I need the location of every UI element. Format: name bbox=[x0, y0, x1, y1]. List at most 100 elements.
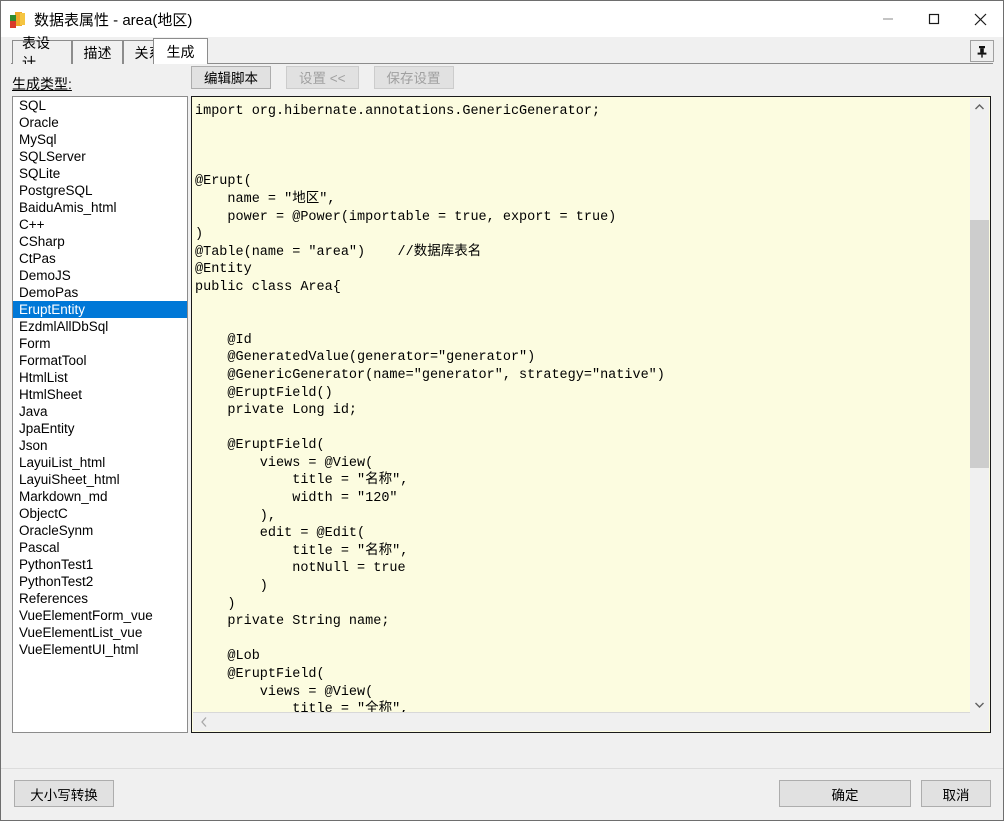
tab-label: 描述 bbox=[83, 44, 112, 61]
list-item[interactable]: PythonTest2 bbox=[13, 573, 187, 590]
code-line: @GeneratedValue(generator="generator") bbox=[195, 350, 536, 366]
editor-toolbar: 编辑脚本 设置 << 保存设置 bbox=[191, 63, 469, 91]
code-line: notNull = true bbox=[195, 561, 406, 577]
list-item[interactable]: VueElementUI_html bbox=[13, 641, 187, 658]
list-item[interactable]: ObjectC bbox=[13, 505, 187, 522]
code-line: @Lob bbox=[195, 649, 260, 665]
code-line: ) bbox=[195, 579, 268, 595]
code-line: @Id bbox=[195, 332, 252, 348]
close-icon[interactable] bbox=[957, 1, 1003, 37]
list-item[interactable]: LayuiList_html bbox=[13, 454, 187, 471]
code-line: @Erupt( bbox=[195, 174, 252, 190]
code-line: import org.hibernate.annotations.Generic… bbox=[195, 104, 601, 119]
generate-tab-panel: 生成类型: 编辑脚本 设置 << 保存设置 SQL Oracle MySql SQLS… bbox=[1, 64, 1003, 770]
code-line: name = "地区", bbox=[195, 191, 336, 207]
scroll-up-icon[interactable] bbox=[970, 98, 989, 115]
editor-horizontal-scrollbar[interactable] bbox=[193, 712, 989, 731]
list-item[interactable]: SQL bbox=[13, 97, 187, 114]
code-line: title = "名称", bbox=[195, 473, 409, 489]
list-item[interactable]: VueElementList_vue bbox=[13, 624, 187, 641]
tab-label: 生成 bbox=[166, 43, 195, 60]
tab-table-design[interactable]: 表设计 bbox=[12, 35, 72, 71]
list-item[interactable]: PythonTest1 bbox=[13, 556, 187, 573]
list-item[interactable]: EruptEntity bbox=[13, 301, 187, 318]
tab-generate[interactable]: 生成 bbox=[153, 38, 208, 64]
list-item[interactable]: Markdown_md bbox=[13, 488, 187, 505]
list-item[interactable]: C++ bbox=[13, 216, 187, 233]
gen-type-label: 生成类型: bbox=[12, 76, 72, 92]
list-item[interactable]: DemoJS bbox=[13, 267, 187, 284]
code-line: @EruptField() bbox=[195, 385, 333, 401]
code-line: @Entity bbox=[195, 262, 252, 278]
script-editor-panel: import org.hibernate.annotations.Generic… bbox=[191, 96, 991, 733]
settings-button[interactable]: 设置 << bbox=[286, 65, 359, 89]
pin-icon bbox=[977, 45, 987, 58]
code-line: power = @Power(importable = true, export… bbox=[195, 209, 617, 225]
code-line: width = "120" bbox=[195, 491, 398, 507]
tab-description[interactable]: 描述 bbox=[72, 40, 123, 64]
editor-vertical-scrollbar[interactable] bbox=[970, 98, 989, 713]
dialog-footer: 大小写转换 确定 取消 bbox=[1, 768, 1003, 820]
list-item[interactable]: HtmlSheet bbox=[13, 386, 187, 403]
code-line: views = @View( bbox=[195, 455, 374, 471]
list-item[interactable]: CtPas bbox=[13, 250, 187, 267]
code-line: private String name; bbox=[195, 614, 390, 630]
list-item[interactable]: MySql bbox=[13, 131, 187, 148]
dialog-window: 数据表属性 - area(地区) 表设计 描述 关系 生成 生成类型: 编辑脚本… bbox=[0, 0, 1004, 821]
scroll-down-icon[interactable] bbox=[970, 696, 989, 713]
list-item[interactable]: Oracle bbox=[13, 114, 187, 131]
list-item[interactable]: Java bbox=[13, 403, 187, 420]
list-item[interactable]: JpaEntity bbox=[13, 420, 187, 437]
code-line: ) bbox=[195, 227, 204, 243]
case-convert-button[interactable]: 大小写转换 bbox=[14, 780, 114, 807]
code-line: @GenericGenerator(name="generator", stra… bbox=[195, 367, 665, 383]
script-editor-text[interactable]: import org.hibernate.annotations.Generic… bbox=[192, 97, 971, 713]
list-item[interactable]: BaiduAmis_html bbox=[13, 199, 187, 216]
code-line: @EruptField( bbox=[195, 667, 325, 682]
save-settings-button[interactable]: 保存设置 bbox=[373, 65, 454, 89]
list-item[interactable]: DemoPas bbox=[13, 284, 187, 301]
list-item[interactable]: PostgreSQL bbox=[13, 182, 187, 199]
code-line: private Long id; bbox=[195, 403, 358, 419]
gen-type-list[interactable]: SQL Oracle MySql SQLServer SQLite PostgreSQL B… bbox=[12, 96, 188, 733]
list-item[interactable]: VueElementForm_vue bbox=[13, 607, 187, 624]
window-title: 数据表属性 - area(地区) bbox=[34, 11, 193, 29]
list-item[interactable]: OracleSynm bbox=[13, 522, 187, 539]
window-controls bbox=[865, 1, 1003, 37]
title-bar: 数据表属性 - area(地区) bbox=[1, 1, 1003, 37]
list-item[interactable]: FormatTool bbox=[13, 352, 187, 369]
list-item[interactable]: LayuiSheet_html bbox=[13, 471, 187, 488]
scroll-left-icon[interactable] bbox=[195, 713, 212, 731]
cancel-button[interactable]: 取消 bbox=[921, 780, 991, 807]
code-line: @Table(name = "area") //数据库表名 bbox=[195, 244, 482, 260]
scrollbar-corner bbox=[970, 712, 989, 731]
list-item[interactable]: EzdmlAllDbSql bbox=[13, 318, 187, 335]
minimize-icon[interactable] bbox=[865, 1, 911, 37]
pin-button[interactable] bbox=[970, 40, 994, 62]
code-line: title = "名称", bbox=[195, 543, 409, 559]
ok-button[interactable]: 确定 bbox=[779, 780, 911, 807]
list-item[interactable]: Json bbox=[13, 437, 187, 454]
list-item[interactable]: CSharp bbox=[13, 233, 187, 250]
app-table-icon bbox=[10, 11, 26, 28]
list-item[interactable]: SQLite bbox=[13, 165, 187, 182]
code-line: public class Area{ bbox=[195, 279, 341, 295]
list-item[interactable]: Form bbox=[13, 335, 187, 352]
editor-vscroll-thumb[interactable] bbox=[970, 220, 989, 468]
list-item[interactable]: HtmlList bbox=[13, 369, 187, 386]
edit-script-button[interactable]: 编辑脚本 bbox=[191, 65, 271, 89]
list-item[interactable]: References bbox=[13, 590, 187, 607]
code-line: ) bbox=[195, 596, 236, 612]
maximize-icon[interactable] bbox=[911, 1, 957, 37]
list-item[interactable]: SQLServer bbox=[13, 148, 187, 165]
code-line: ), bbox=[195, 508, 277, 524]
list-item[interactable]: Pascal bbox=[13, 539, 187, 556]
code-line: @EruptField( bbox=[195, 438, 325, 454]
